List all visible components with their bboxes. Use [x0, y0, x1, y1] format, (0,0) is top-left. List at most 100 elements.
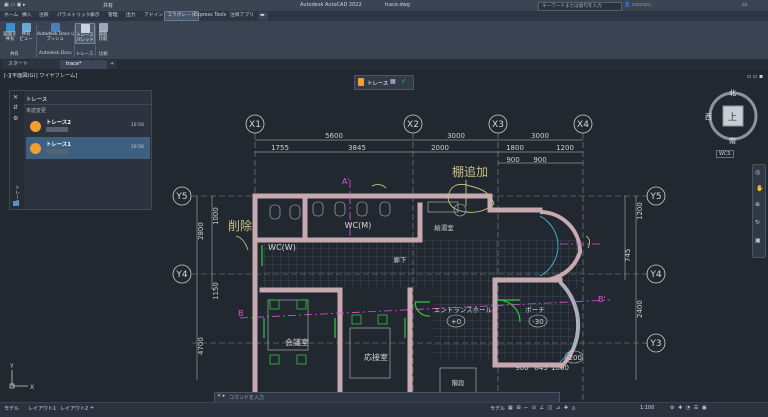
steering-wheel-icon[interactable]: ◎ — [755, 169, 760, 176]
orbit-icon[interactable]: ↻ — [755, 219, 760, 226]
svg-text:X: X — [30, 384, 34, 391]
tab-manage[interactable]: 管理 — [106, 12, 120, 20]
room-wc-m: WC(M) — [345, 221, 372, 230]
grid-label-x3: X3 — [492, 120, 504, 130]
window-controls[interactable]: ▭ — [742, 1, 748, 8]
level-mark-minus200: -200 — [566, 354, 582, 362]
shared-views-button[interactable]: 共有 ビュー — [18, 23, 34, 42]
viewcube-south[interactable]: 南 — [729, 136, 736, 146]
file-name: trace.dwg — [385, 2, 410, 8]
ribbon-options-icon[interactable]: ▬· — [258, 12, 269, 20]
trace-item-name: トレース2 — [46, 120, 72, 126]
trace-orange-icon — [358, 78, 364, 86]
push-to-autodesk-docs-button[interactable]: Autodesk Docs に プッシュ — [37, 23, 75, 42]
tab-home[interactable]: ホーム — [2, 12, 20, 20]
dim-1755: 1755 — [271, 144, 289, 152]
trace-settings-icon[interactable]: ▦ — [390, 78, 396, 85]
layout-tab-layout1[interactable]: レイアウト1 — [28, 405, 56, 412]
section-mark-b-prime: B' — [598, 295, 606, 304]
grid-label-x4: X4 — [577, 120, 589, 130]
command-close-icon[interactable]: ✕ ▸ — [217, 393, 225, 399]
grid-label-y5-left: Y5 — [175, 192, 187, 202]
room-corridor: 廊下 — [394, 255, 408, 264]
dim-1800: 1800 — [506, 144, 524, 152]
trace-toolbar-label: トレース — [367, 81, 389, 87]
grid-label-y3-right: Y3 — [649, 339, 661, 349]
tab-parametric[interactable]: パラメトリック — [55, 12, 92, 20]
dim-top-3000-b: 3000 — [531, 132, 549, 140]
tab-insert[interactable]: 挿入 — [20, 12, 34, 20]
palette-tab-icon[interactable] — [13, 201, 19, 206]
grid-label-y5-right: Y5 — [649, 192, 661, 202]
tab-annotate[interactable]: 注釈 — [37, 12, 51, 20]
dim-top-3000-a: 3000 — [447, 132, 465, 140]
palette-close-icon[interactable]: ✕ — [13, 94, 18, 101]
push-docs-icon — [50, 23, 60, 32]
room-reception: 応接室 — [364, 352, 388, 362]
command-input[interactable]: コマンドを入力 — [229, 394, 264, 401]
dim-2000: 2000 — [431, 144, 449, 152]
trace-check-icon[interactable]: ✓ — [401, 77, 407, 85]
status-tray-icons[interactable]: ⚙ ✚ ◔ ☰ ▣ — [670, 405, 708, 411]
app-title: Autodesk AutoCAD 2022 — [300, 2, 362, 8]
palette-properties-icon[interactable]: ⚙ — [13, 115, 18, 122]
group-label-trace: トレース — [76, 52, 94, 57]
trace-list-item-selected[interactable]: トレース1 10:56 — [26, 137, 150, 159]
trace-note-delete: 削除 — [228, 218, 252, 233]
trace-note-shelf: 棚追加 — [452, 164, 488, 179]
layout-tab-model[interactable]: モデル — [4, 405, 19, 412]
annotation-scale[interactable]: 1:100 — [640, 405, 654, 411]
viewcube-top-face[interactable]: 上 — [728, 110, 737, 123]
palette-pin-icon[interactable]: ⇵ — [13, 104, 18, 111]
add-layout-icon[interactable]: + — [90, 405, 94, 411]
tab-addins[interactable]: アドイン — [142, 12, 165, 20]
room-wc-w: WC(W) — [268, 243, 296, 252]
dim-1200: 1200 — [556, 144, 574, 152]
ribbon-tab-bar: ホーム 挿入 注釈 パラメトリック 表示 管理 出力 アドイン コラボレート E… — [0, 11, 768, 21]
showmotion-icon[interactable]: ▣ — [755, 237, 761, 244]
group-label-share: 共有 — [10, 52, 19, 57]
grid-label-y4-left: Y4 — [175, 270, 187, 280]
zoom-icon[interactable]: ⊕ — [755, 201, 760, 208]
drafting-toggle-icons[interactable]: ▦ ⊞ ⌐ ⊙ ∠ ◫ ⊿ ✚ ◬ — [508, 405, 576, 411]
tab-view[interactable]: 表示 — [88, 12, 102, 20]
viewport-controls-icon[interactable]: ▫ ▫ ▪ — [747, 73, 763, 80]
palette-subtitle: 未読変更 — [26, 108, 47, 114]
ribbon-panel: 図面を 共有 共有 ビュー Autodesk Docs に プッシュ トレース … — [0, 21, 768, 60]
pan-icon[interactable]: ✋ — [756, 185, 763, 192]
grid-label-x1: X1 — [249, 120, 261, 130]
viewcube-west[interactable]: 西 — [705, 112, 712, 122]
trace-item-name: トレース1 — [46, 142, 72, 148]
drawing-compare-button[interactable]: 図面 比較 — [96, 23, 110, 42]
drawing-compare-icon — [98, 23, 108, 32]
viewcube-north[interactable]: 北 — [729, 88, 736, 98]
share-button[interactable]: 共有 — [103, 2, 113, 9]
layout-tab-layout2[interactable]: レイアウト2 — [60, 405, 88, 412]
dim-900-b: 900 — [533, 156, 546, 164]
shared-views-icon — [21, 23, 31, 32]
group-label-docs: Autodesk Docs — [39, 51, 72, 56]
section-mark-a: A' — [342, 177, 350, 186]
room-entrance-hall: エントランスホール — [434, 306, 493, 314]
room-kitchenette: 給湯室 — [434, 223, 454, 232]
new-tab-plus-icon[interactable]: + — [107, 60, 118, 69]
wcs-menu[interactable]: WCS — [716, 150, 734, 158]
user-icon[interactable]: 👤 ▭▭▭▭ — [624, 2, 651, 8]
share-drawing-button[interactable]: 図面を 共有 — [2, 23, 18, 42]
tab-featured-apps[interactable]: 注目アプリ — [228, 12, 256, 20]
app-menu-icon[interactable]: ▣ ▭ ▣ ▸ — [4, 2, 25, 8]
dim-right-1200: 1200 — [636, 202, 644, 220]
status-model-label[interactable]: モデル — [490, 405, 505, 412]
viewport-controls-label[interactable]: [-][平面図(G)] ワイヤフレーム] — [4, 72, 77, 79]
tab-express-tools[interactable]: Express Tools — [192, 12, 228, 20]
share-drawing-icon — [5, 23, 15, 32]
trace-palette-button[interactable]: トレース パレット — [75, 23, 95, 44]
dim-right-745: 745 — [624, 249, 632, 262]
search-input[interactable]: キーワードまたは語句を入力 — [538, 2, 622, 11]
view-cube[interactable]: 北 南 西 上 — [704, 86, 762, 148]
tab-output[interactable]: 出力 — [124, 12, 138, 20]
trace-list-item[interactable]: トレース2 10:56 — [26, 115, 150, 137]
level-mark-minus30: -30 — [532, 318, 543, 326]
trace-status-icon — [30, 121, 41, 132]
svg-text:Y: Y — [9, 363, 14, 370]
